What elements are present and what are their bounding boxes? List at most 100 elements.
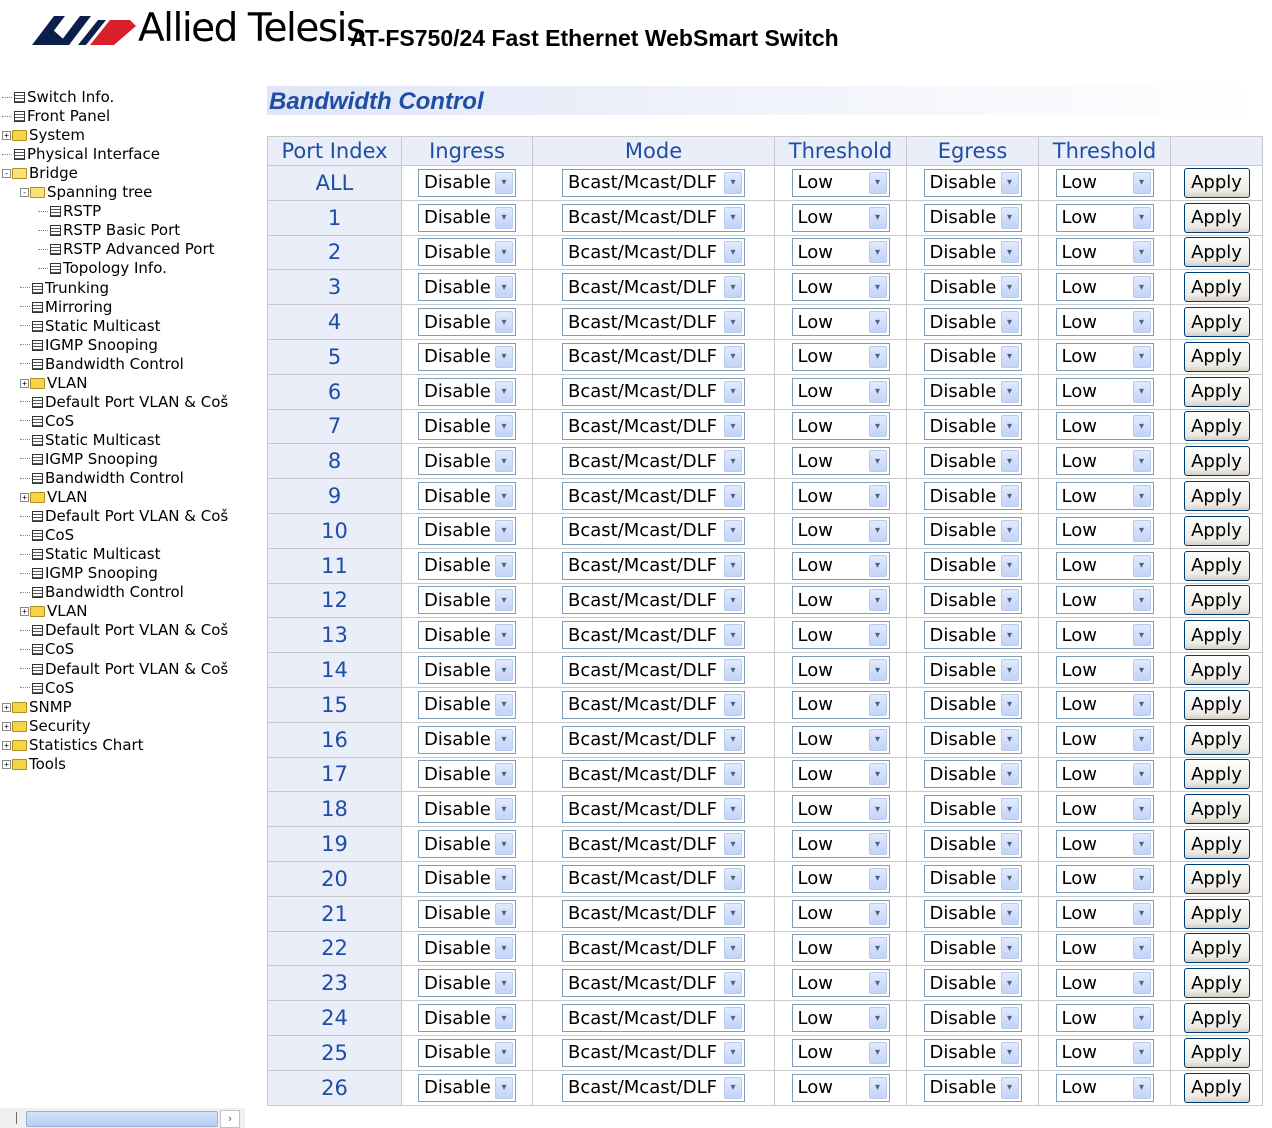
expand-icon[interactable]: +: [20, 607, 29, 617]
nav-item[interactable]: CoS: [20, 526, 74, 545]
chevron-down-icon[interactable]: ▾: [868, 902, 887, 925]
chevron-down-icon[interactable]: ▾: [1000, 415, 1019, 438]
egress-select[interactable]: Disable ▾: [923, 795, 1022, 824]
chevron-down-icon[interactable]: ▾: [724, 659, 742, 682]
egress-threshold-select[interactable]: Low ▾: [1055, 656, 1154, 685]
ingress-select[interactable]: Disable ▾: [418, 690, 516, 719]
ingress-select[interactable]: Disable ▾: [418, 969, 516, 998]
chevron-down-icon[interactable]: ▾: [1132, 380, 1151, 403]
chevron-down-icon[interactable]: ▾: [724, 450, 742, 473]
chevron-down-icon[interactable]: ▾: [1000, 937, 1019, 960]
egress-select[interactable]: Disable ▾: [923, 899, 1022, 928]
expand-icon[interactable]: +: [20, 378, 29, 388]
egress-threshold-select[interactable]: Low ▾: [1055, 969, 1154, 998]
chevron-down-icon[interactable]: ▾: [495, 902, 513, 925]
chevron-down-icon[interactable]: ▾: [1132, 345, 1151, 368]
ingress-threshold-select[interactable]: Low ▾: [791, 760, 890, 789]
chevron-down-icon[interactable]: ▾: [1000, 241, 1019, 264]
chevron-down-icon[interactable]: ▾: [1132, 937, 1151, 960]
apply-button[interactable]: Apply: [1183, 829, 1250, 860]
egress-select[interactable]: Disable ▾: [923, 203, 1022, 232]
ingress-select[interactable]: Disable ▾: [418, 864, 516, 893]
ingress-threshold-select[interactable]: Low ▾: [791, 482, 890, 511]
mode-select[interactable]: Bcast/Mcast/DLF ▾: [562, 899, 745, 928]
mode-select[interactable]: Bcast/Mcast/DLF ▾: [562, 273, 745, 302]
chevron-down-icon[interactable]: ▾: [868, 728, 887, 751]
ingress-threshold-select[interactable]: Low ▾: [791, 308, 890, 337]
egress-select[interactable]: Disable ▾: [923, 586, 1022, 615]
ingress-threshold-select[interactable]: Low ▾: [791, 342, 890, 371]
chevron-down-icon[interactable]: ▾: [868, 485, 887, 508]
expand-icon[interactable]: +: [2, 740, 11, 750]
ingress-threshold-select[interactable]: Low ▾: [791, 899, 890, 928]
apply-button[interactable]: Apply: [1183, 411, 1250, 442]
chevron-down-icon[interactable]: ▾: [1000, 693, 1019, 716]
chevron-down-icon[interactable]: ▾: [495, 1076, 513, 1099]
chevron-down-icon[interactable]: ▾: [1132, 589, 1151, 612]
ingress-threshold-select[interactable]: Low ▾: [791, 864, 890, 893]
egress-select[interactable]: Disable ▾: [923, 377, 1022, 406]
chevron-down-icon[interactable]: ▾: [495, 1007, 513, 1030]
egress-select[interactable]: Disable ▾: [923, 308, 1022, 337]
ingress-select[interactable]: Disable ▾: [418, 168, 516, 197]
egress-threshold-select[interactable]: Low ▾: [1055, 934, 1154, 963]
expand-icon[interactable]: +: [20, 493, 29, 503]
mode-select[interactable]: Bcast/Mcast/DLF ▾: [562, 482, 745, 511]
ingress-threshold-select[interactable]: Low ▾: [791, 273, 890, 302]
nav-item[interactable]: + Statistics Chart: [2, 736, 144, 755]
ingress-select[interactable]: Disable ▾: [418, 516, 516, 545]
egress-threshold-select[interactable]: Low ▾: [1055, 760, 1154, 789]
mode-select[interactable]: Bcast/Mcast/DLF ▾: [562, 238, 745, 267]
chevron-down-icon[interactable]: ▾: [868, 659, 887, 682]
nav-item[interactable]: Front Panel: [2, 107, 110, 126]
nav-item[interactable]: Topology Info.: [38, 259, 167, 278]
chevron-down-icon[interactable]: ▾: [495, 206, 513, 229]
nav-item[interactable]: - Spanning tree: [20, 183, 152, 202]
ingress-threshold-select[interactable]: Low ▾: [791, 969, 890, 998]
collapse-icon[interactable]: -: [2, 169, 11, 179]
egress-threshold-select[interactable]: Low ▾: [1055, 273, 1154, 302]
ingress-threshold-select[interactable]: Low ▾: [791, 725, 890, 754]
chevron-down-icon[interactable]: ▾: [724, 728, 742, 751]
chevron-down-icon[interactable]: ▾: [495, 659, 513, 682]
ingress-select[interactable]: Disable ▾: [418, 1038, 516, 1067]
chevron-down-icon[interactable]: ▾: [868, 554, 887, 577]
chevron-down-icon[interactable]: ▾: [868, 450, 887, 473]
chevron-down-icon[interactable]: ▾: [1000, 589, 1019, 612]
egress-threshold-select[interactable]: Low ▾: [1055, 377, 1154, 406]
chevron-down-icon[interactable]: ▾: [868, 693, 887, 716]
nav-item[interactable]: IGMP Snooping: [20, 450, 158, 469]
ingress-threshold-select[interactable]: Low ▾: [791, 621, 890, 650]
egress-threshold-select[interactable]: Low ▾: [1055, 690, 1154, 719]
chevron-down-icon[interactable]: ▾: [1132, 554, 1151, 577]
egress-threshold-select[interactable]: Low ▾: [1055, 342, 1154, 371]
apply-button[interactable]: Apply: [1183, 272, 1250, 303]
mode-select[interactable]: Bcast/Mcast/DLF ▾: [562, 447, 745, 476]
apply-button[interactable]: Apply: [1183, 446, 1250, 477]
nav-item[interactable]: Default Port VLAN & Coš: [20, 507, 228, 526]
mode-select[interactable]: Bcast/Mcast/DLF ▾: [562, 308, 745, 337]
chevron-down-icon[interactable]: ▾: [1132, 276, 1151, 299]
egress-select[interactable]: Disable ▾: [923, 621, 1022, 650]
chevron-down-icon[interactable]: ▾: [1000, 1076, 1019, 1099]
egress-select[interactable]: Disable ▾: [923, 342, 1022, 371]
mode-select[interactable]: Bcast/Mcast/DLF ▾: [562, 795, 745, 824]
nav-item[interactable]: Physical Interface: [2, 145, 160, 164]
egress-select[interactable]: Disable ▾: [923, 1038, 1022, 1067]
chevron-down-icon[interactable]: ▾: [495, 798, 513, 821]
ingress-threshold-select[interactable]: Low ▾: [791, 203, 890, 232]
nav-item[interactable]: CoS: [20, 412, 74, 431]
chevron-down-icon[interactable]: ▾: [1132, 415, 1151, 438]
nav-item[interactable]: RSTP Basic Port: [38, 221, 180, 240]
chevron-down-icon[interactable]: ▾: [1000, 624, 1019, 647]
collapse-icon[interactable]: -: [20, 188, 29, 198]
egress-select[interactable]: Disable ▾: [923, 760, 1022, 789]
chevron-down-icon[interactable]: ▾: [495, 171, 513, 194]
apply-button[interactable]: Apply: [1183, 307, 1250, 338]
egress-select[interactable]: Disable ▾: [923, 690, 1022, 719]
chevron-down-icon[interactable]: ▾: [495, 554, 513, 577]
mode-select[interactable]: Bcast/Mcast/DLF ▾: [562, 864, 745, 893]
mode-select[interactable]: Bcast/Mcast/DLF ▾: [562, 656, 745, 685]
chevron-down-icon[interactable]: ▾: [724, 763, 742, 786]
chevron-down-icon[interactable]: ▾: [868, 763, 887, 786]
